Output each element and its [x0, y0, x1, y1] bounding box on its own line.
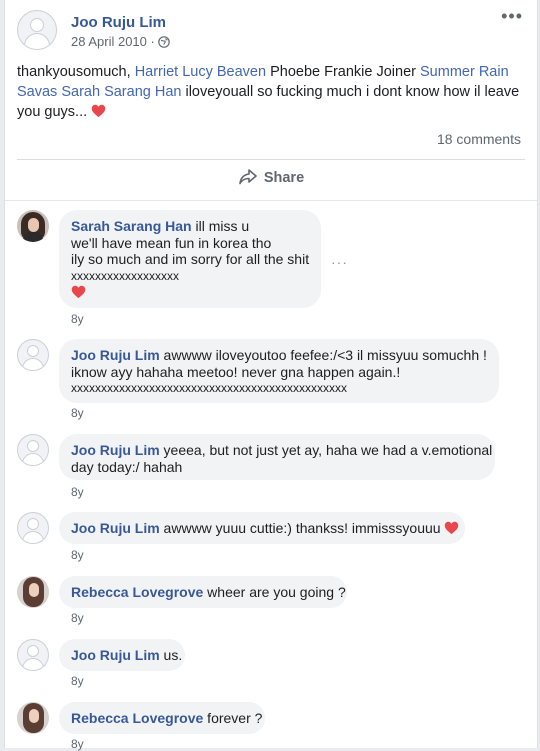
comment-age[interactable]: 8y	[71, 674, 84, 688]
tag-sarah-sarang-han[interactable]: Sarah Sarang Han	[61, 84, 181, 100]
divider	[5, 200, 537, 201]
heart-emoji-icon	[71, 285, 86, 299]
comment-age[interactable]: 8y	[71, 406, 84, 420]
comment-options-icon[interactable]: ···	[331, 254, 348, 270]
comment-bubble: Joo Ruju Lim us.	[59, 639, 185, 671]
share-button[interactable]: Share	[5, 168, 537, 186]
comment-bubble: Joo Ruju Lim awwww iloveyoutoo feefee:/<…	[59, 339, 499, 403]
comment-author[interactable]: Joo Ruju Lim	[71, 347, 160, 363]
comment-author[interactable]: Joo Ruju Lim	[71, 647, 160, 663]
comment-bubble: Joo Ruju Lim awwww yuuu cuttie:) thankss…	[59, 512, 465, 544]
heart-emoji-icon	[445, 521, 459, 535]
comment-author[interactable]: Rebecca Lovegrove	[71, 584, 203, 600]
share-label: Share	[263, 170, 305, 186]
commenter-avatar[interactable]	[17, 576, 49, 608]
comment-bubble: Joo Ruju Lim yeeea, but not just yet ay,…	[59, 434, 495, 480]
commenter-avatar[interactable]	[17, 639, 49, 671]
commenter-avatar[interactable]	[17, 512, 49, 544]
commenter-avatar[interactable]	[17, 339, 49, 371]
post-text: thankyousomuch, Harriet Lucy Beaven Phoe…	[17, 64, 520, 120]
divider	[17, 159, 525, 160]
author-avatar[interactable]	[17, 10, 57, 50]
comment-author[interactable]: Rebecca Lovegrove	[71, 710, 203, 726]
commenter-avatar[interactable]	[17, 210, 49, 242]
comment-age[interactable]: 8y	[71, 737, 84, 751]
comment-age[interactable]: 8y	[71, 312, 84, 326]
post-author-name[interactable]: Joo Ruju Lim	[71, 14, 166, 31]
comment-age[interactable]: 8y	[71, 485, 84, 499]
post-meta: 28 April 2010 ·	[71, 34, 171, 49]
comment-bubble: Rebecca Lovegrove wheer are you going ?	[59, 576, 347, 608]
commenter-avatar[interactable]	[17, 434, 49, 466]
comment-author[interactable]: Joo Ruju Lim	[71, 520, 160, 536]
post-card: Joo Ruju Lim 28 April 2010 · ••• thankyo…	[4, 0, 538, 751]
comment-author[interactable]: Joo Ruju Lim	[71, 442, 160, 458]
comment-bubble: Sarah Sarang Han ill miss u we'll have m…	[59, 210, 321, 308]
comment-age[interactable]: 8y	[71, 548, 84, 562]
more-options-icon[interactable]: •••	[501, 6, 523, 27]
tag-harriet-lucy-beaven[interactable]: Harriet Lucy Beaven	[135, 64, 266, 80]
comment-author[interactable]: Sarah Sarang Han	[71, 218, 192, 234]
post-date[interactable]: 28 April 2010 ·	[71, 34, 158, 49]
comment-bubble: Rebecca Lovegrove forever ?	[59, 702, 265, 734]
share-arrow-icon	[239, 169, 257, 185]
comment-age[interactable]: 8y	[71, 611, 84, 625]
globe-icon	[158, 36, 171, 48]
comment-count[interactable]: 18 comments	[437, 131, 521, 147]
commenter-avatar[interactable]	[17, 702, 49, 734]
heart-emoji-icon	[91, 104, 106, 118]
